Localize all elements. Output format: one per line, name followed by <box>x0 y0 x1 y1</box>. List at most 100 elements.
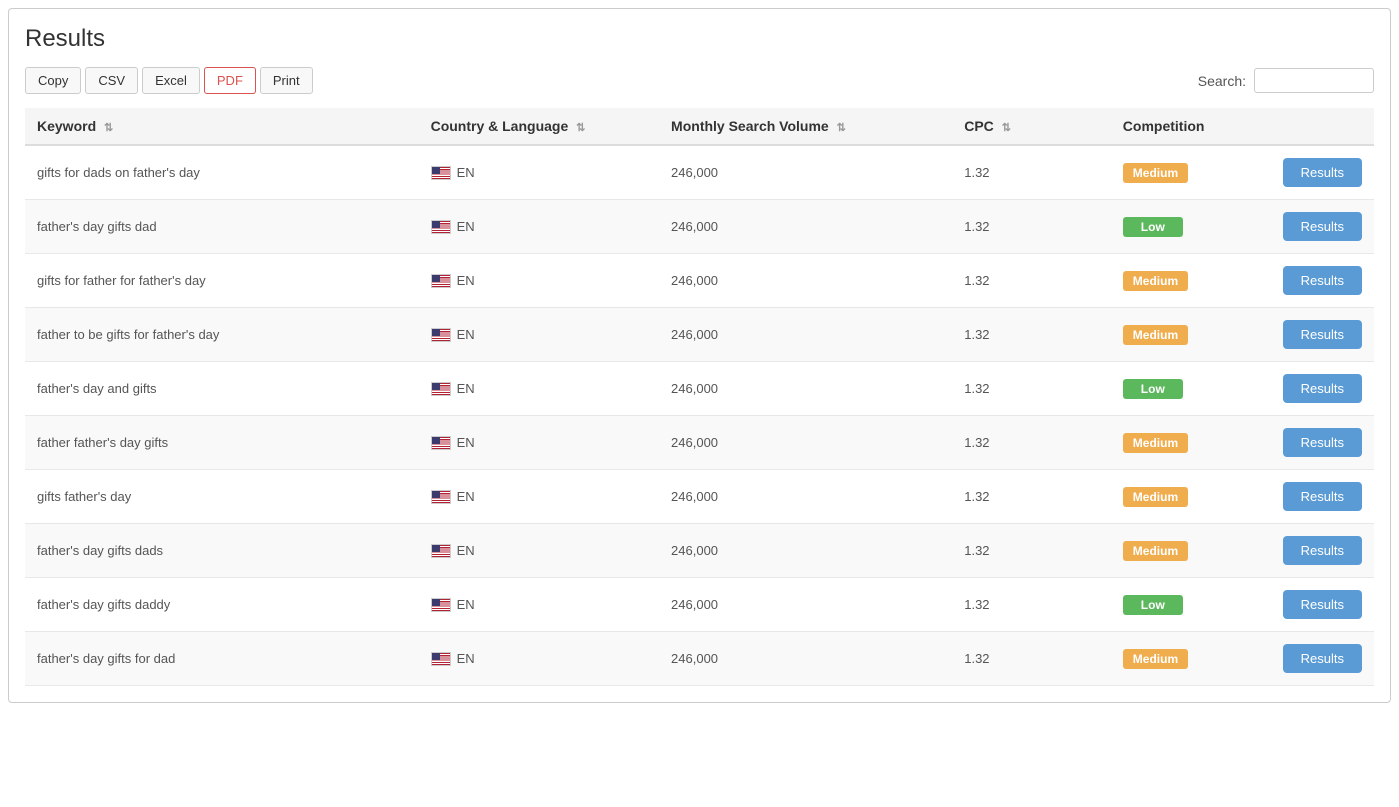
language-label: EN <box>457 381 475 396</box>
language-label: EN <box>457 327 475 342</box>
sort-icon-country: ⇅ <box>576 121 585 134</box>
table-row: gifts for father for father's dayEN246,0… <box>25 254 1374 308</box>
table-row: father's day gifts daddyEN246,0001.32Low… <box>25 578 1374 632</box>
flag-icon <box>431 220 451 234</box>
language-label: EN <box>457 219 475 234</box>
competition-badge: Medium <box>1123 649 1188 669</box>
page-title: Results <box>25 25 1374 53</box>
table-row: gifts for dads on father's dayEN246,0001… <box>25 145 1374 200</box>
cell-keyword: gifts father's day <box>25 470 419 524</box>
results-button[interactable]: Results <box>1283 428 1362 457</box>
cell-action: Results <box>1271 308 1374 362</box>
cell-action: Results <box>1271 470 1374 524</box>
cell-competition: Medium <box>1111 145 1271 200</box>
competition-badge: Low <box>1123 595 1183 615</box>
cell-competition: Medium <box>1111 308 1271 362</box>
cell-cpc: 1.32 <box>952 416 1111 470</box>
cell-keyword: father's day and gifts <box>25 362 419 416</box>
search-label: Search: <box>1198 73 1246 89</box>
results-button[interactable]: Results <box>1283 266 1362 295</box>
csv-button[interactable]: CSV <box>85 67 138 94</box>
toolbar-right: Search: <box>1198 68 1374 93</box>
language-label: EN <box>457 651 475 666</box>
cell-volume: 246,000 <box>659 632 952 686</box>
language-label: EN <box>457 543 475 558</box>
flag-icon <box>431 166 451 180</box>
results-button[interactable]: Results <box>1283 536 1362 565</box>
competition-badge: Medium <box>1123 271 1188 291</box>
results-button[interactable]: Results <box>1283 644 1362 673</box>
results-button[interactable]: Results <box>1283 158 1362 187</box>
search-input[interactable] <box>1254 68 1374 93</box>
table-body: gifts for dads on father's dayEN246,0001… <box>25 145 1374 686</box>
language-label: EN <box>457 597 475 612</box>
cell-volume: 246,000 <box>659 416 952 470</box>
cell-keyword: gifts for dads on father's day <box>25 145 419 200</box>
competition-badge: Medium <box>1123 487 1188 507</box>
language-label: EN <box>457 165 475 180</box>
toolbar-left: Copy CSV Excel PDF Print <box>25 67 313 94</box>
cell-competition: Medium <box>1111 416 1271 470</box>
cell-competition: Medium <box>1111 524 1271 578</box>
pdf-button[interactable]: PDF <box>204 67 256 94</box>
header-competition: Competition <box>1111 108 1271 145</box>
print-button[interactable]: Print <box>260 67 313 94</box>
cell-keyword: father's day gifts for dad <box>25 632 419 686</box>
cell-competition: Medium <box>1111 254 1271 308</box>
header-keyword: Keyword ⇅ <box>25 108 419 145</box>
table-header: Keyword ⇅ Country & Language ⇅ Monthly S… <box>25 108 1374 145</box>
cell-cpc: 1.32 <box>952 632 1111 686</box>
header-cpc: CPC ⇅ <box>952 108 1111 145</box>
cell-competition: Medium <box>1111 470 1271 524</box>
language-label: EN <box>457 435 475 450</box>
results-button[interactable]: Results <box>1283 482 1362 511</box>
cell-cpc: 1.32 <box>952 254 1111 308</box>
cell-cpc: 1.32 <box>952 200 1111 254</box>
flag-icon <box>431 490 451 504</box>
flag-icon <box>431 382 451 396</box>
excel-button[interactable]: Excel <box>142 67 200 94</box>
cell-keyword: father's day gifts dad <box>25 200 419 254</box>
results-button[interactable]: Results <box>1283 374 1362 403</box>
copy-button[interactable]: Copy <box>25 67 81 94</box>
cell-cpc: 1.32 <box>952 145 1111 200</box>
table-row: gifts father's day EN 246,0001.32 Medium Res… <box>25 470 1374 524</box>
cell-volume: 246,000 <box>659 362 952 416</box>
flag-icon <box>431 328 451 342</box>
header-action <box>1271 108 1374 145</box>
cell-volume: 246,000 <box>659 254 952 308</box>
cell-country: EN <box>419 416 659 470</box>
flag-icon <box>431 544 451 558</box>
cell-country: EN <box>419 632 659 686</box>
cell-cpc: 1.32 <box>952 362 1111 416</box>
cell-volume: 246,000 <box>659 470 952 524</box>
cell-country: EN <box>419 470 659 524</box>
competition-badge: Medium <box>1123 163 1188 183</box>
language-label: EN <box>457 489 475 504</box>
results-button[interactable]: Results <box>1283 320 1362 349</box>
results-button[interactable]: Results <box>1283 212 1362 241</box>
flag-icon <box>431 274 451 288</box>
table-row: father's day and giftsEN246,0001.32LowRe… <box>25 362 1374 416</box>
table-row: father's day gifts for dad EN 246,0001.32 M… <box>25 632 1374 686</box>
cell-keyword: father's day gifts dads <box>25 524 419 578</box>
results-container: Results Copy CSV Excel PDF Print Search:… <box>8 8 1391 703</box>
cell-cpc: 1.32 <box>952 578 1111 632</box>
results-button[interactable]: Results <box>1283 590 1362 619</box>
cell-country: EN <box>419 145 659 200</box>
cell-volume: 246,000 <box>659 200 952 254</box>
results-table: Keyword ⇅ Country & Language ⇅ Monthly S… <box>25 108 1374 686</box>
cell-keyword: father to be gifts for father's day <box>25 308 419 362</box>
header-volume: Monthly Search Volume ⇅ <box>659 108 952 145</box>
cell-action: Results <box>1271 632 1374 686</box>
sort-icon-volume: ⇅ <box>837 121 846 134</box>
cell-cpc: 1.32 <box>952 308 1111 362</box>
cell-competition: Medium <box>1111 632 1271 686</box>
cell-action: Results <box>1271 254 1374 308</box>
cell-country: EN <box>419 200 659 254</box>
cell-cpc: 1.32 <box>952 470 1111 524</box>
sort-icon-keyword: ⇅ <box>104 121 113 134</box>
cell-keyword: father's day gifts daddy <box>25 578 419 632</box>
toolbar: Copy CSV Excel PDF Print Search: <box>25 67 1374 94</box>
cell-action: Results <box>1271 524 1374 578</box>
